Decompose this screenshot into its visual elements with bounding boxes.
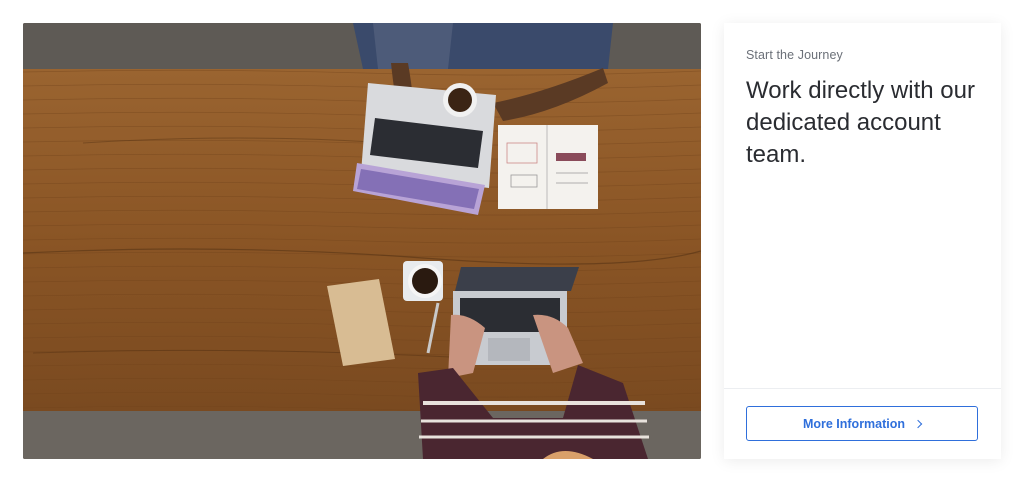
hero-illustration <box>23 23 701 459</box>
page: Start the Journey Work directly with our… <box>0 0 1024 484</box>
card-eyebrow: Start the Journey <box>746 48 843 62</box>
notebook-top <box>498 125 598 209</box>
card-divider <box>724 388 1001 389</box>
more-information-button[interactable]: More Information <box>746 406 978 441</box>
more-information-label: More Information <box>802 416 906 431</box>
hero-image <box>23 23 701 459</box>
card-title: Work directly with our dedicated account… <box>746 77 975 168</box>
info-card: Start the Journey Work directly with our… <box>724 23 1001 459</box>
chevron-right-icon <box>913 419 923 429</box>
